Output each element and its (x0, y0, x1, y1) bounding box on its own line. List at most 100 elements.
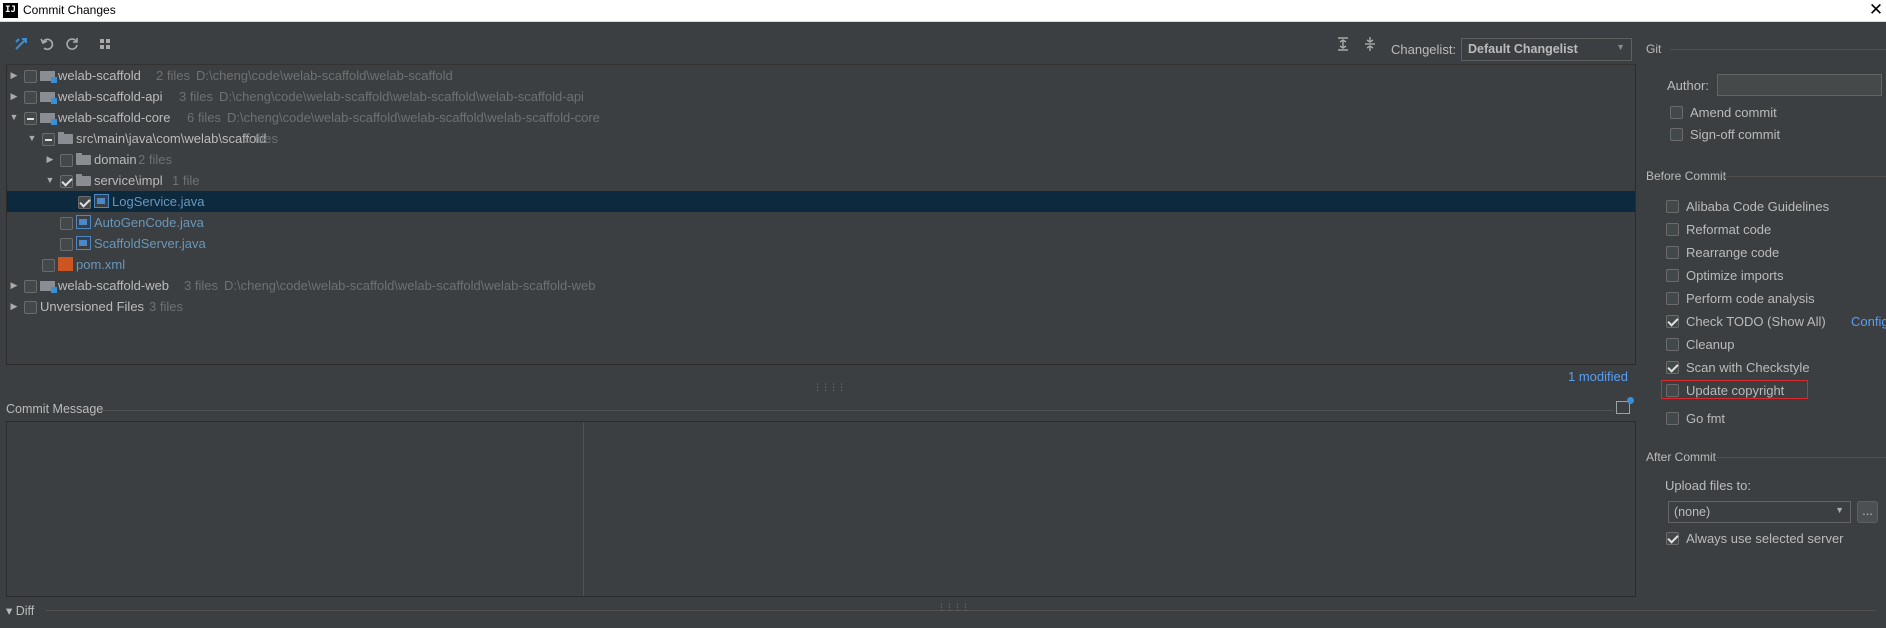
checkbox[interactable] (1666, 223, 1679, 236)
checkbox[interactable] (1666, 532, 1679, 545)
include-checkbox[interactable] (42, 259, 55, 272)
tree-row-welab-scaffold-core[interactable]: ▼ welab-scaffold-core 6 files D:\cheng\c… (7, 107, 1635, 128)
checkbox[interactable] (1666, 315, 1679, 328)
group-by-icon[interactable] (96, 34, 116, 54)
toolbar: Changelist: (0, 34, 1640, 64)
collapse-arrow-icon[interactable]: ▼ (44, 170, 56, 191)
include-checkbox[interactable] (42, 133, 55, 146)
diff-toggle[interactable]: ▾ Diff (6, 603, 34, 618)
file-name: ScaffoldServer.java (94, 236, 206, 251)
after-commit-section-title: After Commit (1646, 450, 1717, 464)
collapse-all-icon[interactable] (1360, 34, 1380, 54)
unversioned-label: Unversioned Files (40, 299, 145, 314)
changes-tree: ▶ welab-scaffold 2 files D:\cheng\code\w… (6, 64, 1636, 365)
folder-icon (76, 153, 91, 165)
include-checkbox[interactable] (60, 175, 73, 188)
git-section-title: Git (1646, 42, 1662, 56)
close-icon[interactable]: ✕ (1868, 0, 1884, 20)
module-icon (40, 281, 57, 293)
include-checkbox[interactable] (24, 112, 37, 125)
expand-arrow-icon[interactable]: ▶ (8, 275, 20, 296)
module-path: D:\cheng\code\welab-scaffold\welab-scaff… (224, 278, 596, 293)
author-input[interactable] (1717, 74, 1882, 96)
tree-row-domain[interactable]: ▶ domain 2 files (7, 149, 1635, 170)
browse-servers-button[interactable]: ... (1857, 501, 1878, 523)
signoff-commit-label: Sign-off commit (1690, 127, 1781, 142)
tree-row-package[interactable]: ▼ src\main\java\com\welab\scaffold 5 fil… (7, 128, 1635, 149)
expand-arrow-icon[interactable]: ▶ (8, 65, 20, 86)
tree-row-logservice[interactable]: LogService.java (7, 191, 1635, 212)
option-label: Go fmt (1686, 411, 1726, 426)
checkbox[interactable] (1670, 106, 1683, 119)
changelist-dropdown[interactable]: Default Changelist ▼ (1461, 38, 1632, 61)
file-name: AutoGenCode.java (94, 215, 204, 230)
checkbox[interactable] (1666, 361, 1679, 374)
tree-row-pom[interactable]: pom.xml (7, 254, 1635, 275)
checkbox[interactable] (1666, 269, 1679, 282)
tree-row-welab-scaffold-web[interactable]: ▶ welab-scaffold-web 3 files D:\cheng\co… (7, 275, 1635, 296)
chevron-down-icon: ▼ (1616, 42, 1625, 52)
upload-files-label: Upload files to: (1665, 478, 1751, 493)
tree-row-unversioned[interactable]: ▶ Unversioned Files 3 files (7, 296, 1635, 317)
intellij-app-icon: IJ (3, 3, 18, 18)
include-checkbox[interactable] (24, 91, 37, 104)
diff-label: Diff (15, 604, 35, 618)
include-checkbox[interactable] (60, 238, 73, 251)
tree-row-welab-scaffold[interactable]: ▶ welab-scaffold 2 files D:\cheng\code\w… (7, 65, 1635, 86)
module-icon (40, 71, 57, 83)
commit-message-history-icon[interactable] (1616, 397, 1634, 414)
expand-arrow-icon[interactable]: ▶ (8, 296, 20, 317)
always-use-server-label: Always use selected server (1686, 531, 1844, 546)
divider (98, 410, 1613, 411)
divider (1670, 49, 1886, 50)
checkbox[interactable] (1666, 200, 1679, 213)
tree-row-autogencode[interactable]: AutoGenCode.java (7, 212, 1635, 233)
module-path: D:\cheng\code\welab-scaffold\welab-scaff… (196, 68, 453, 83)
java-file-icon (76, 215, 91, 229)
module-path: D:\cheng\code\welab-scaffold\welab-scaff… (219, 89, 584, 104)
divider (1724, 176, 1886, 177)
include-checkbox[interactable] (24, 301, 37, 314)
include-checkbox[interactable] (24, 280, 37, 293)
tree-row-service-impl[interactable]: ▼ service\impl 1 file (7, 170, 1635, 191)
module-icon (40, 92, 57, 104)
option-label: Rearrange code (1686, 245, 1780, 260)
module-icon (40, 113, 57, 125)
window-title: Commit Changes (23, 3, 116, 17)
include-checkbox[interactable] (24, 70, 37, 83)
refresh-icon[interactable] (62, 34, 82, 54)
configure-link[interactable]: Configure (1851, 313, 1886, 331)
upload-server-value: (none) (1674, 505, 1711, 519)
java-file-icon (76, 236, 91, 250)
module-path: D:\cheng\code\welab-scaffold\welab-scaff… (227, 110, 600, 125)
checkbox[interactable] (1670, 128, 1683, 141)
splitter-handle[interactable]: ⋮⋮⋮⋮ (937, 603, 970, 613)
checkbox[interactable] (1666, 338, 1679, 351)
checkbox[interactable] (1666, 412, 1679, 425)
tree-row-scaffoldserver[interactable]: ScaffoldServer.java (7, 233, 1635, 254)
checkbox[interactable] (1666, 384, 1679, 397)
rollback-icon[interactable] (37, 34, 57, 54)
commit-message-input[interactable] (7, 422, 584, 596)
include-checkbox[interactable] (60, 154, 73, 167)
collapse-arrow-icon[interactable]: ▼ (26, 128, 38, 149)
expand-arrow-icon[interactable]: ▶ (44, 149, 56, 170)
file-count: 3 files (179, 89, 213, 104)
checkbox[interactable] (1666, 246, 1679, 259)
file-count: 1 file (172, 173, 200, 188)
splitter-handle[interactable]: ⋮⋮⋮⋮ (813, 383, 846, 393)
file-count: 3 files (149, 299, 183, 314)
include-checkbox[interactable] (60, 217, 73, 230)
include-checkbox[interactable] (78, 196, 91, 209)
expand-all-icon[interactable] (1333, 34, 1353, 54)
expand-arrow-icon[interactable]: ▶ (8, 86, 20, 107)
commit-message-label: Commit Message (6, 402, 104, 416)
upload-server-dropdown[interactable]: (none) ▼ (1668, 501, 1851, 523)
folder-name: domain (94, 152, 137, 167)
tree-row-welab-scaffold-api[interactable]: ▶ welab-scaffold-api 3 files D:\cheng\co… (7, 86, 1635, 107)
modified-link[interactable]: 1 modified (1568, 369, 1628, 384)
maven-file-icon (58, 257, 73, 271)
checkbox[interactable] (1666, 292, 1679, 305)
show-diff-icon[interactable] (11, 34, 31, 54)
collapse-arrow-icon[interactable]: ▼ (8, 107, 20, 128)
